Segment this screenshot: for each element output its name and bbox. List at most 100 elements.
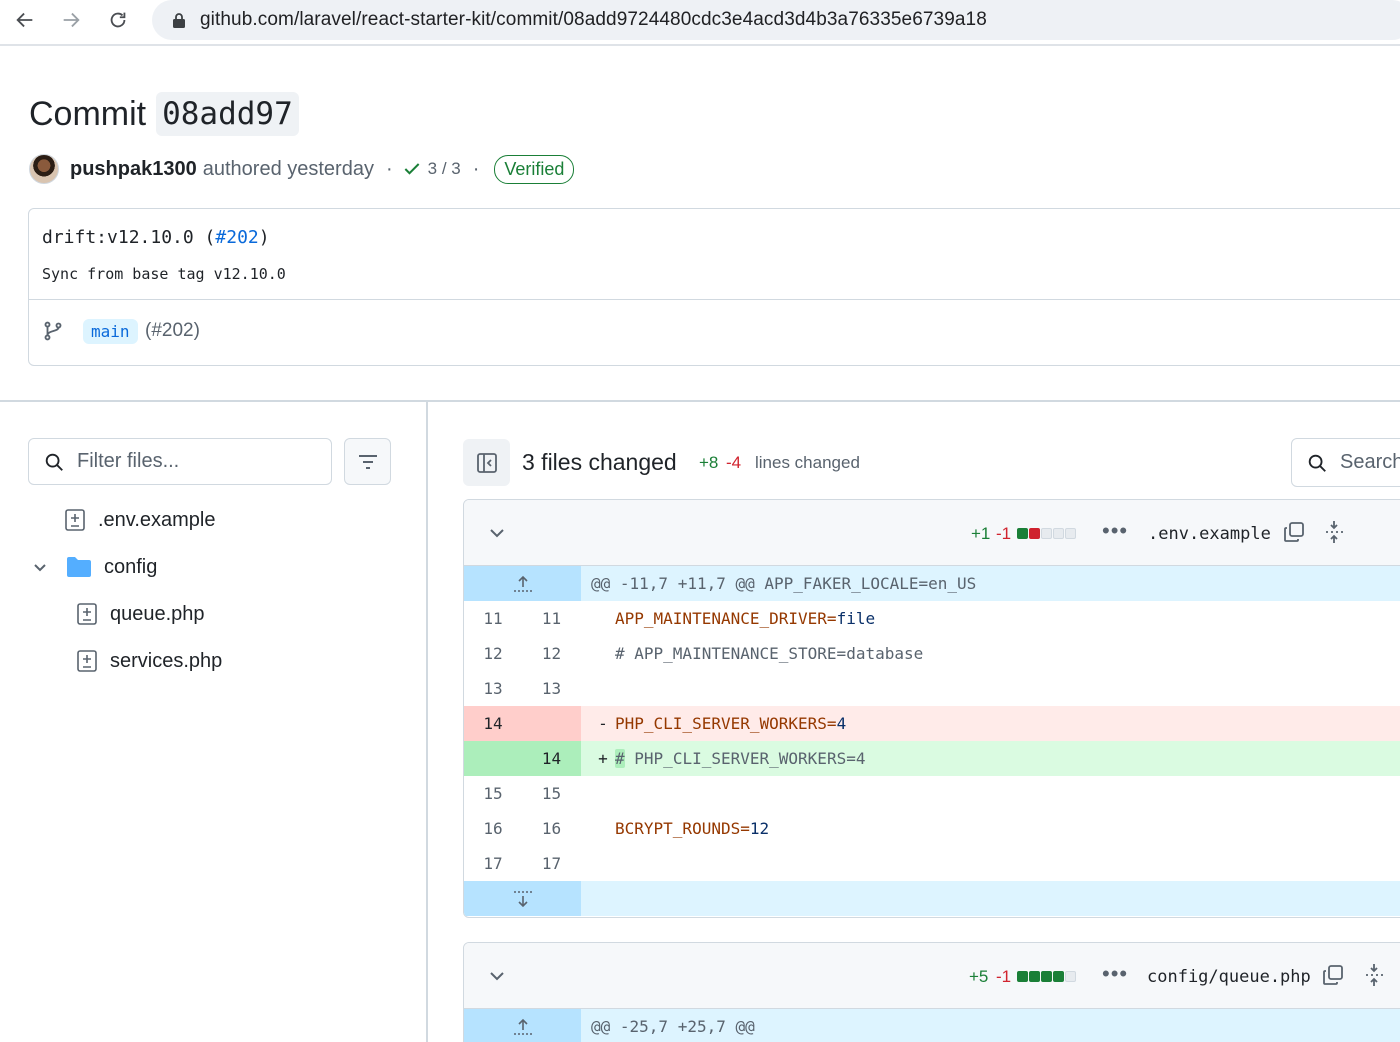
line-code: - PHP_CLI_SERVER_WORKERS=4 (581, 706, 1400, 741)
env-equals: = (740, 819, 750, 838)
env-key: PHP_CLI_SERVER_WORKERS (615, 714, 827, 733)
filter-files-input[interactable]: Filter files... (28, 438, 332, 485)
hunk-header: @@ -25,7 +25,7 @@ (464, 1009, 1400, 1042)
hunk-text: @@ -25,7 +25,7 @@ (591, 1017, 755, 1036)
search-within-code-input[interactable]: Search (1291, 438, 1400, 487)
file-diff-icon (77, 603, 97, 625)
diff-line: 16 16 BCRYPT_ROUNDS=12 (464, 811, 1400, 846)
commit-sha[interactable]: 08add97 (156, 92, 299, 136)
comment-text: # APP_MAINTENANCE_STORE=database (615, 644, 924, 663)
tree-folder-config[interactable]: config (30, 552, 157, 582)
toggle-file-tree-button[interactable] (463, 439, 510, 486)
old-line-number[interactable]: 12 (464, 636, 522, 671)
diff-line-deleted: 14 - PHP_CLI_SERVER_WORKERS=4 (464, 706, 1400, 741)
forward-button[interactable] (56, 5, 86, 35)
url-text: github.com/laravel/react-starter-kit/com… (200, 9, 987, 30)
diffstat-block (1053, 971, 1064, 982)
chevron-down-icon[interactable] (486, 965, 508, 987)
divider (0, 400, 1400, 402)
more-options-button[interactable]: ••• (1102, 518, 1128, 544)
git-branch-icon (44, 321, 62, 341)
line-code: # APP_MAINTENANCE_STORE=database (581, 636, 1400, 671)
diffstat-block (1041, 971, 1052, 982)
author-link[interactable]: pushpak1300 (70, 158, 197, 181)
file-diff-env-example: +1 -1 ••• .env.example @@ -11,7 +11,7 @@… (463, 499, 1400, 918)
env-key: BCRYPT_ROUNDS (615, 819, 741, 838)
verified-badge[interactable]: Verified (494, 154, 575, 184)
new-line-number[interactable]: 17 (522, 846, 581, 881)
old-line-number[interactable]: 15 (464, 776, 522, 811)
check-icon[interactable] (402, 159, 422, 179)
expand-all-icon[interactable] (1322, 519, 1346, 545)
commit-heading: Commit (29, 94, 147, 133)
expand-up-button[interactable] (464, 566, 581, 601)
added-token: # (615, 749, 625, 768)
expand-up-button[interactable] (464, 1009, 581, 1042)
address-bar[interactable]: github.com/laravel/react-starter-kit/com… (152, 0, 1400, 40)
filter-icon (358, 454, 377, 469)
old-line-number[interactable]: 16 (464, 811, 522, 846)
tree-item-label: services.php (110, 649, 223, 672)
sidebar-collapse-icon (476, 452, 497, 473)
file-name[interactable]: .env.example (1148, 524, 1271, 544)
diffstat-block (1053, 528, 1064, 539)
branch-badge[interactable]: main (83, 319, 138, 344)
line-code (581, 671, 1400, 706)
commit-meta: pushpak1300 authored yesterday · 3 / 3 ·… (29, 153, 575, 185)
back-button[interactable] (10, 5, 40, 35)
env-value: 4 (836, 714, 847, 733)
file-diff-icon (65, 509, 85, 531)
old-line-number[interactable]: 11 (464, 601, 522, 636)
diffstat-block (1041, 528, 1052, 539)
lock-icon (173, 13, 185, 28)
filter-options-button[interactable] (344, 438, 391, 485)
new-line-number[interactable]: 14 (522, 741, 581, 776)
pr-link[interactable]: #202 (215, 227, 258, 248)
file-deletions: -1 (996, 524, 1012, 543)
chevron-down-icon[interactable] (30, 557, 50, 577)
total-additions: +8 (699, 453, 719, 472)
new-line-number[interactable] (522, 706, 581, 741)
tree-item-label: config (104, 555, 158, 578)
reload-icon (110, 12, 126, 28)
page-title: Commit 08add97 (29, 92, 299, 136)
copy-icon[interactable] (1282, 520, 1306, 544)
old-line-number[interactable]: 14 (464, 706, 522, 741)
copy-icon[interactable] (1321, 963, 1345, 987)
new-line-number[interactable]: 16 (522, 811, 581, 846)
diff-sign: + (598, 749, 608, 768)
reload-button[interactable] (103, 5, 133, 35)
file-additions: +5 (969, 967, 989, 986)
checks-count[interactable]: 3 / 3 (428, 159, 461, 179)
branch-pr-ref[interactable]: (#202) (145, 320, 200, 342)
env-equals: = (826, 609, 837, 628)
search-icon (45, 453, 63, 471)
expand-down-button[interactable] (464, 881, 581, 916)
file-name[interactable]: config/queue.php (1147, 967, 1311, 987)
tree-file-env-example[interactable]: .env.example (64, 505, 215, 535)
expand-down-icon (513, 890, 532, 907)
new-line-number[interactable]: 12 (522, 636, 581, 671)
old-line-number[interactable]: 13 (464, 671, 522, 706)
new-line-number[interactable]: 13 (522, 671, 581, 706)
old-line-number[interactable] (464, 741, 522, 776)
new-line-number[interactable]: 15 (522, 776, 581, 811)
diff-line-added: 14 + # PHP_CLI_SERVER_WORKERS=4 (464, 741, 1400, 776)
line-code: BCRYPT_ROUNDS=12 (581, 811, 1400, 846)
diff-sign: - (598, 714, 608, 733)
files-changed-count: 3 files changed (522, 449, 677, 475)
tree-item-label: .env.example (98, 508, 216, 531)
chevron-down-icon[interactable] (486, 522, 508, 544)
old-line-number[interactable]: 17 (464, 846, 522, 881)
tree-file-services-php[interactable]: services.php (76, 646, 222, 676)
tree-file-queue-php[interactable]: queue.php (76, 599, 205, 629)
diffstat-block (1065, 528, 1076, 539)
new-line-number[interactable]: 11 (522, 601, 581, 636)
diff-line: 17 17 (464, 846, 1400, 881)
expand-up-icon (513, 575, 532, 592)
avatar[interactable] (29, 154, 59, 184)
diff-line: 11 11 APP_MAINTENANCE_DRIVER=file (464, 601, 1400, 636)
more-options-button[interactable]: ••• (1102, 961, 1128, 987)
expand-all-icon[interactable] (1362, 962, 1386, 988)
line-code (581, 776, 1400, 811)
